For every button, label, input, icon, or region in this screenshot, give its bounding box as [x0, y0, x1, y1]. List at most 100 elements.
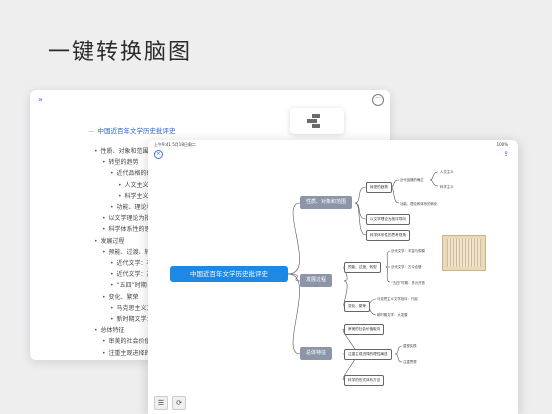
outline-item-label: 科学体系性的思 — [108, 226, 151, 234]
outline-title[interactable]: — 中国近百年文学历史批评史 — [88, 125, 176, 135]
bullet-icon: • — [94, 237, 98, 245]
outline-item-label: 注重主观进择的 — [108, 349, 151, 357]
collapse-dash-icon: — — [88, 127, 95, 135]
calligraphy-image — [447, 239, 481, 267]
outline-item[interactable]: • 转型的趋势 — [102, 157, 139, 166]
bullet-icon: • — [102, 248, 106, 256]
sub-node[interactable]: 科学体系性的思考视角 — [366, 230, 410, 241]
bullet-icon: • — [118, 181, 122, 189]
outline-item[interactable]: • 近代文学：丰 — [110, 258, 153, 267]
branch-node[interactable]: 性质、对象和范围 — [300, 196, 353, 209]
connector — [287, 202, 301, 275]
leaf-node[interactable]: 近代品格的确立 — [400, 177, 424, 182]
outline-item-label: 总体特征 — [100, 327, 125, 335]
outline-item[interactable]: • 新时期文学： — [110, 314, 153, 323]
toggle-block — [307, 119, 317, 123]
sub-node[interactable]: 科学的形式体系方法 — [344, 375, 385, 386]
outline-item-label: 转型的趋势 — [108, 159, 139, 167]
outline-item[interactable]: • 科学主义 — [118, 191, 149, 200]
outline-item-label: 人文主义 — [124, 181, 149, 189]
sub-node[interactable]: 审美的社会价值取向 — [344, 324, 385, 335]
outline-item[interactable]: • 性质、对象和范围 — [94, 146, 149, 155]
sub-node[interactable]: 变化、繁荣 — [344, 301, 370, 312]
toggle-block — [312, 124, 320, 128]
bullet-icon: • — [102, 338, 106, 346]
bullet-icon: • — [110, 304, 114, 312]
outline-item-label: 预能、过渡、转 — [108, 248, 151, 256]
leaf-node[interactable]: 注重思想 — [403, 359, 417, 364]
more-options-icon[interactable]: ··· — [372, 94, 384, 106]
outline-item[interactable]: • 总体特征 — [94, 325, 125, 334]
bullet-icon: • — [110, 204, 114, 211]
connector — [394, 345, 403, 355]
outline-item[interactable]: • 马克思主义文 — [110, 303, 153, 312]
sub-node[interactable]: 注重主观进择的理性阐述 — [344, 349, 392, 360]
convert-button[interactable]: ⟳ — [172, 396, 186, 410]
leaf-node[interactable]: “五四”时期：多元开放 — [391, 280, 425, 285]
connector — [385, 250, 391, 268]
branch-node[interactable]: 发展过程 — [300, 274, 333, 287]
headline: 一键转换脑图 — [48, 40, 193, 65]
connector — [390, 186, 400, 204]
outline-item[interactable]: • “五四”时期 — [110, 280, 147, 289]
outline-item[interactable]: • 功能、理论和 — [110, 202, 153, 211]
leaf-node[interactable]: 新时期文学：大发展 — [377, 312, 408, 317]
outline-item[interactable]: • 以文学理论为批 — [102, 213, 151, 222]
bullet-icon: • — [110, 271, 114, 279]
leaf-node[interactable]: 功能、理论和体系的转化 — [400, 201, 437, 206]
bullet-icon: • — [110, 282, 114, 290]
attached-image-thumbnail[interactable] — [442, 235, 486, 271]
outline-item-label: 审美的社会价值 — [108, 338, 151, 346]
outline-item[interactable]: • 变化、繁荣 — [102, 292, 139, 301]
bullet-icon: • — [110, 170, 114, 178]
bullet-icon: • — [110, 260, 114, 267]
outline-item-label: 科学主义 — [124, 192, 149, 200]
outline-item[interactable]: • 近代文学：古 — [110, 269, 153, 278]
outline-item[interactable]: • 预能、过渡、转 — [102, 247, 151, 256]
bullet-icon: • — [110, 316, 114, 323]
connector — [287, 273, 301, 282]
outline-item[interactable]: • 审美的社会价值 — [102, 336, 151, 345]
connector — [394, 353, 403, 363]
bullet-icon: • — [118, 192, 122, 200]
leaf-node[interactable]: 马克思主义文学批评：兴起 — [377, 296, 418, 301]
bullet-icon: • — [102, 349, 106, 357]
view-toggle-icon[interactable] — [290, 108, 344, 134]
outline-view-button[interactable]: ☰ — [154, 396, 168, 410]
sub-node[interactable]: 预能、过渡、转型 — [344, 262, 381, 273]
leaf-node[interactable]: 近代文学：古今合璧 — [391, 264, 422, 269]
leaf-node[interactable]: 人文主义 — [440, 169, 454, 174]
bullet-icon: • — [102, 159, 106, 167]
outline-item[interactable]: • 人文主义 — [118, 180, 149, 189]
outline-item-label: 发展过程 — [100, 237, 125, 245]
connector — [354, 202, 367, 220]
outline-item[interactable]: • 科学体系性的思 — [102, 224, 151, 233]
sub-node[interactable]: 以文学理论为批评导向 — [366, 214, 410, 225]
bullet-icon: • — [102, 226, 106, 234]
outline-title-text: 中国近百年文学历史批评史 — [97, 127, 176, 135]
outline-item-label: 变化、繁荣 — [108, 293, 139, 301]
outline-item[interactable]: • 注重主观进择的 — [102, 348, 151, 357]
bullet-icon: • — [102, 293, 106, 301]
outline-item-label: “五四”时期 — [116, 282, 147, 290]
leaf-node[interactable]: 近代文学：丰富与规模 — [391, 248, 425, 253]
leaf-node[interactable]: 重视实践 — [403, 343, 417, 348]
leaf-node[interactable]: 科学主义 — [440, 184, 454, 189]
toggle-block — [312, 114, 320, 118]
outline-item[interactable]: • 近代品格的确 — [110, 168, 153, 177]
connector — [390, 179, 400, 188]
mindmap-root-node[interactable]: 中国近百年文学历史批评史 — [170, 266, 288, 282]
connector — [354, 186, 367, 204]
mindmap-panel: 上午9:41 5月18日周二 100% ✕ ⇪ 中国近百年文学历史批评史 性质、… — [148, 140, 518, 414]
sub-node[interactable]: 转型的趋势 — [366, 182, 392, 193]
connector — [385, 266, 391, 283]
connector — [429, 179, 439, 187]
connector — [287, 273, 301, 355]
bullet-icon: • — [94, 327, 98, 335]
expand-sidebar-icon[interactable]: » — [38, 95, 43, 104]
branch-node[interactable]: 总体特征 — [300, 347, 333, 360]
outline-item[interactable]: • 发展过程 — [94, 236, 125, 245]
bullet-icon: • — [94, 148, 98, 155]
outline-item-label: 以文学理论为批 — [108, 215, 151, 223]
outline-item-label: 性质、对象和范围 — [100, 148, 149, 155]
